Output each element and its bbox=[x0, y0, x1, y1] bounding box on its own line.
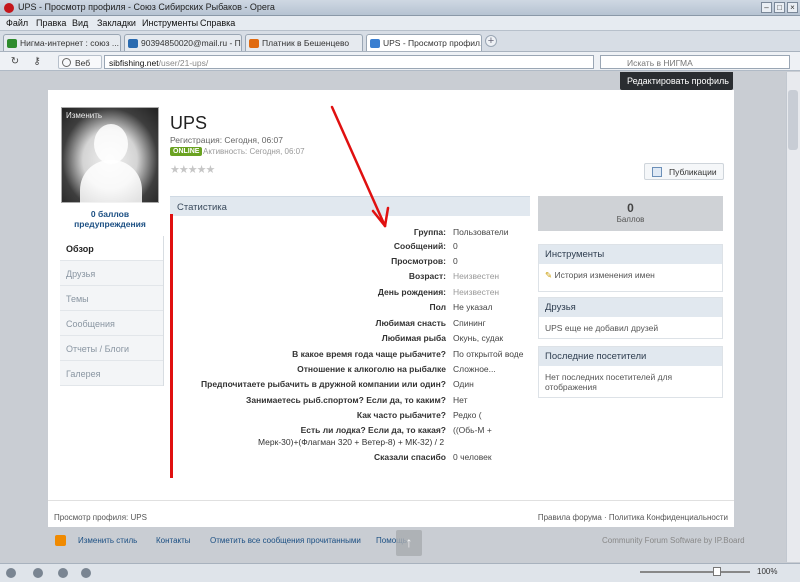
powered-by[interactable]: Community Forum Software by IP.Board bbox=[602, 536, 745, 545]
change-style-link[interactable]: Изменить стиль bbox=[78, 536, 137, 545]
contacts-link[interactable]: Контакты bbox=[156, 536, 191, 545]
page-footer: Просмотр профиля: UPS Правила форума · П… bbox=[48, 500, 734, 527]
cloud-icon[interactable] bbox=[33, 568, 43, 578]
footer-rules-links[interactable]: Правила форума · Политика Конфиденциальн… bbox=[538, 513, 728, 522]
turbo-icon[interactable] bbox=[81, 568, 91, 578]
zoom-slider[interactable] bbox=[640, 571, 750, 573]
annotation-arrow-icon bbox=[330, 105, 390, 228]
unite-icon[interactable] bbox=[58, 568, 68, 578]
scroll-to-top-icon[interactable]: ↑ bbox=[396, 530, 422, 556]
mark-read-link[interactable]: Отметить все сообщения прочитанными bbox=[210, 536, 361, 545]
zoom-slider-knob[interactable] bbox=[713, 567, 721, 576]
zoom-level: 100% bbox=[757, 567, 778, 576]
panel-icon[interactable] bbox=[6, 568, 16, 578]
footer-breadcrumb[interactable]: Просмотр профиля: UPS bbox=[54, 513, 147, 522]
bottom-links: Изменить стиль Контакты Отметить все соо… bbox=[48, 533, 745, 549]
